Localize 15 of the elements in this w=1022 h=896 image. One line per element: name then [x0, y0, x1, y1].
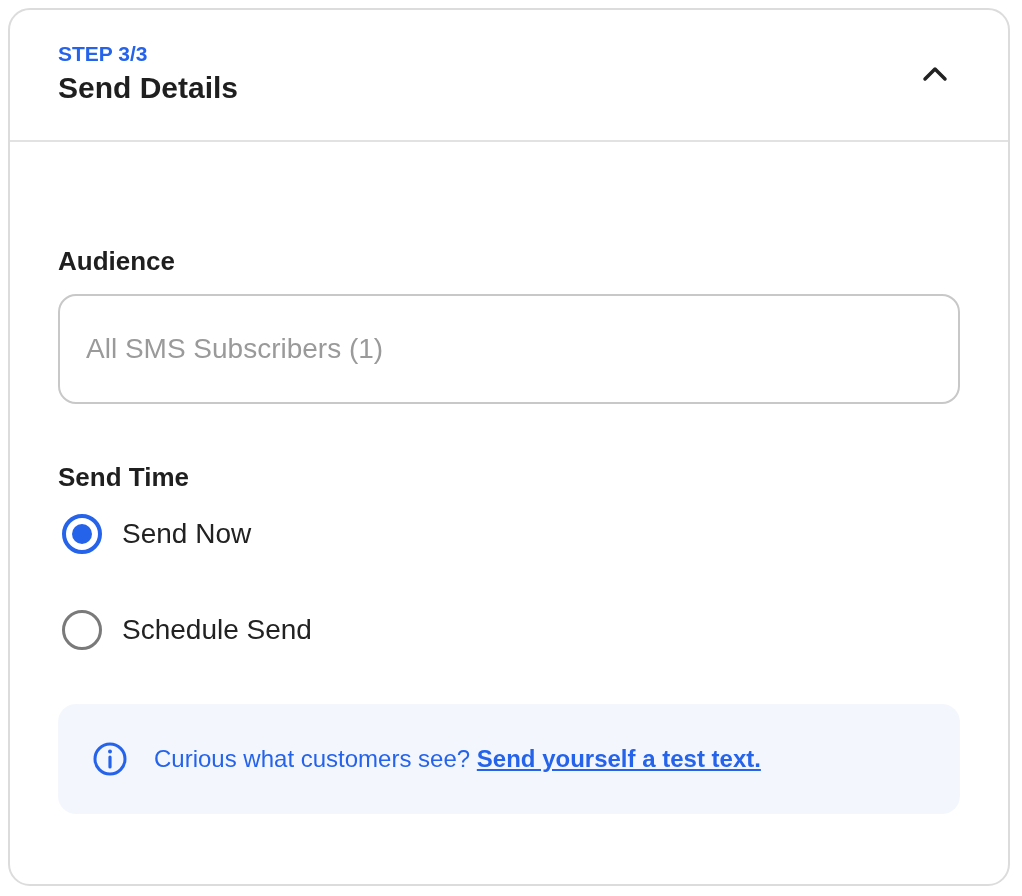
radio-option[interactable]: Schedule Send [58, 610, 960, 650]
step-label: STEP 3/3 [58, 41, 149, 67]
option-label: Schedule Send [122, 613, 312, 647]
audience-field[interactable]: All SMS Subscribers (1) [58, 294, 960, 404]
radio-option[interactable]: Send Now [58, 514, 960, 554]
radio-button[interactable] [62, 514, 102, 554]
section-title: Send Details [58, 70, 239, 106]
info-icon [92, 741, 128, 777]
field-label: Audience [58, 245, 177, 278]
field-label: Send Time [58, 461, 190, 494]
radio-button[interactable] [62, 610, 102, 650]
info-text: Curious what customers see? Send yourself a test text. [154, 744, 761, 774]
option-label: Send Now [122, 517, 252, 551]
chevron-icon [922, 66, 948, 82]
test-text-link[interactable]: Send yourself a test text. [476, 745, 761, 772]
